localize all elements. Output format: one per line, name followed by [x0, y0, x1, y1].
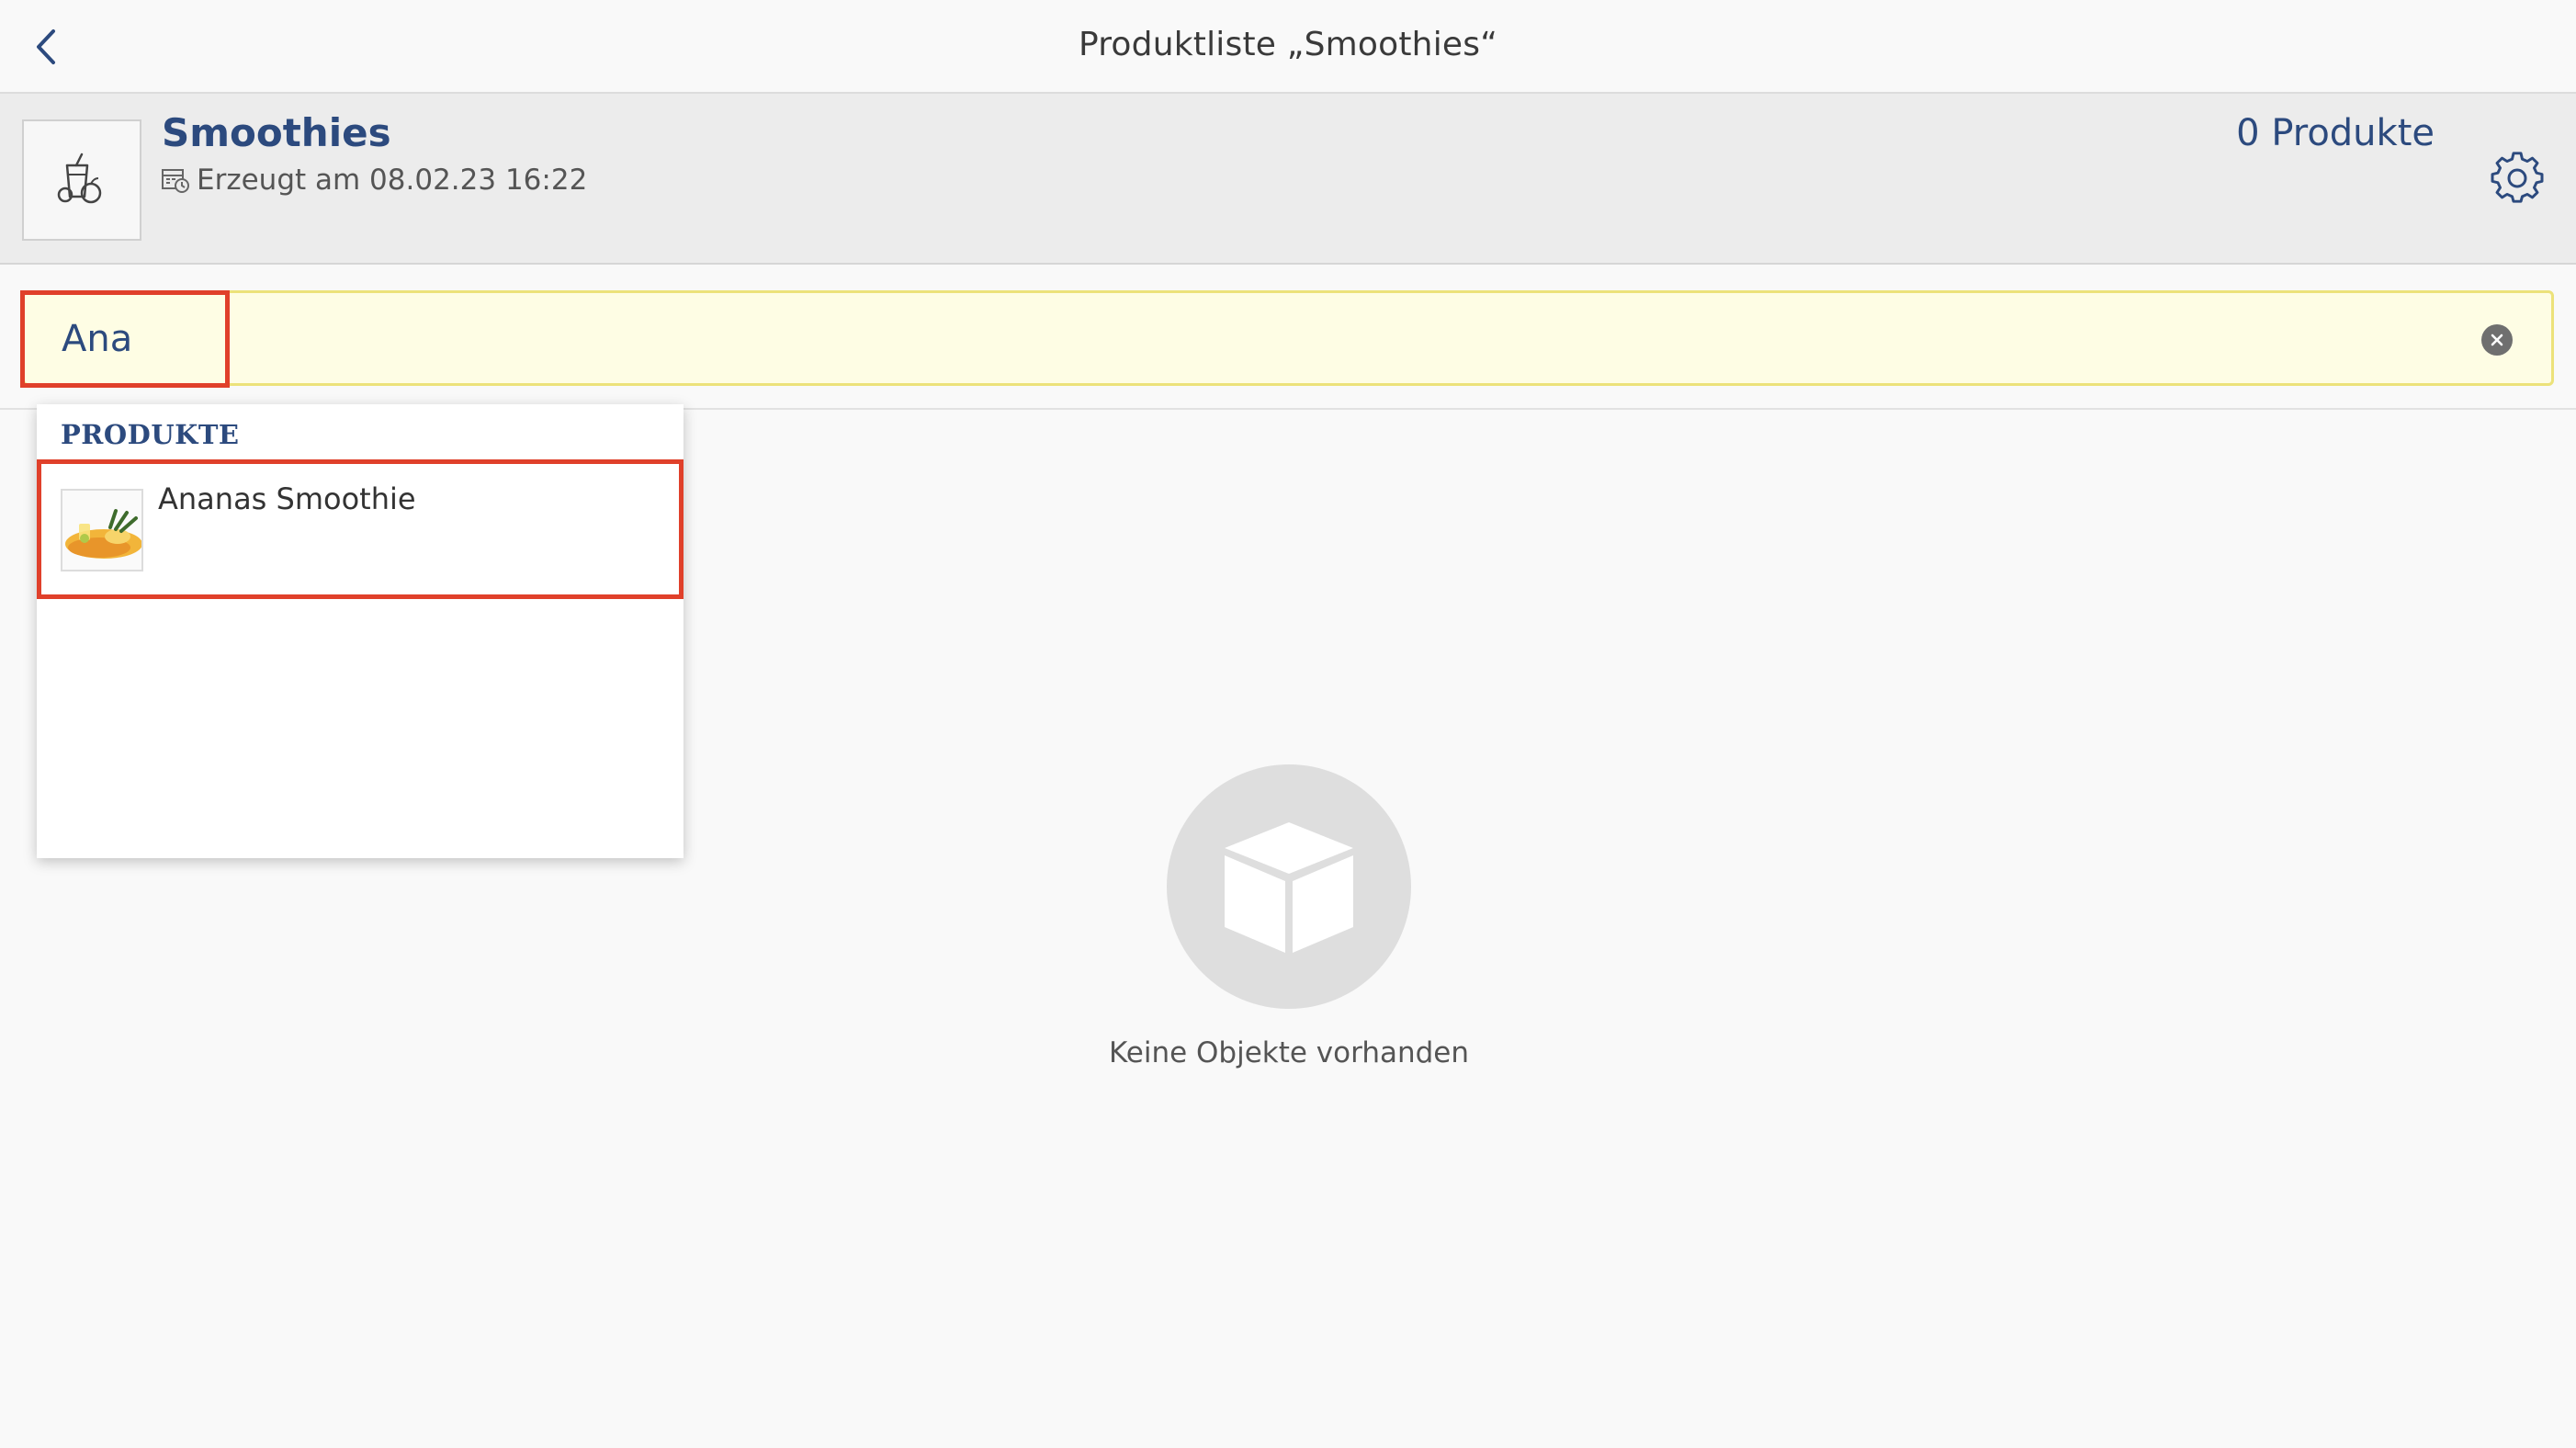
suggestion-item-label: Ananas Smoothie: [158, 481, 416, 516]
smoothie-icon: [57, 153, 102, 204]
search-field[interactable]: [22, 290, 2554, 386]
navigation-bar: Produktliste „Smoothies“: [0, 0, 2576, 94]
box-icon: [1225, 822, 1353, 953]
suggestions-heading: PRODUKTE: [61, 419, 240, 450]
gear-icon: [2491, 152, 2544, 203]
list-created-meta: Erzeugt am 08.02.23 16:22: [162, 164, 587, 197]
list-name: Smoothies: [162, 110, 391, 155]
list-created-label: Erzeugt am 08.02.23 16:22: [197, 164, 588, 197]
settings-button[interactable]: [2490, 151, 2545, 206]
smoothie-photo-icon: [62, 491, 141, 570]
search-bar: [0, 266, 2576, 410]
product-image: [61, 489, 143, 571]
list-thumbnail[interactable]: [22, 119, 141, 241]
calendar-clock-icon: [162, 169, 189, 193]
empty-state-icon-circle: [1167, 764, 1411, 1009]
clear-search-button[interactable]: [2481, 324, 2513, 356]
search-suggestions-dropdown: PRODUKTE Ananas Smoothie: [37, 404, 684, 858]
empty-state-message: Keine Objekte vorhanden: [1108, 1036, 1470, 1069]
page-title: Produktliste „Smoothies“: [1078, 26, 1498, 63]
clear-icon: [2491, 334, 2503, 346]
suggestion-item-ananas-smoothie[interactable]: Ananas Smoothie: [37, 461, 684, 595]
list-header: Smoothies Erzeugt am 08.02.23 16:22 0 Pr…: [0, 94, 2576, 265]
product-count: 0 Produkte: [2236, 112, 2435, 154]
search-input[interactable]: [62, 313, 2358, 365]
